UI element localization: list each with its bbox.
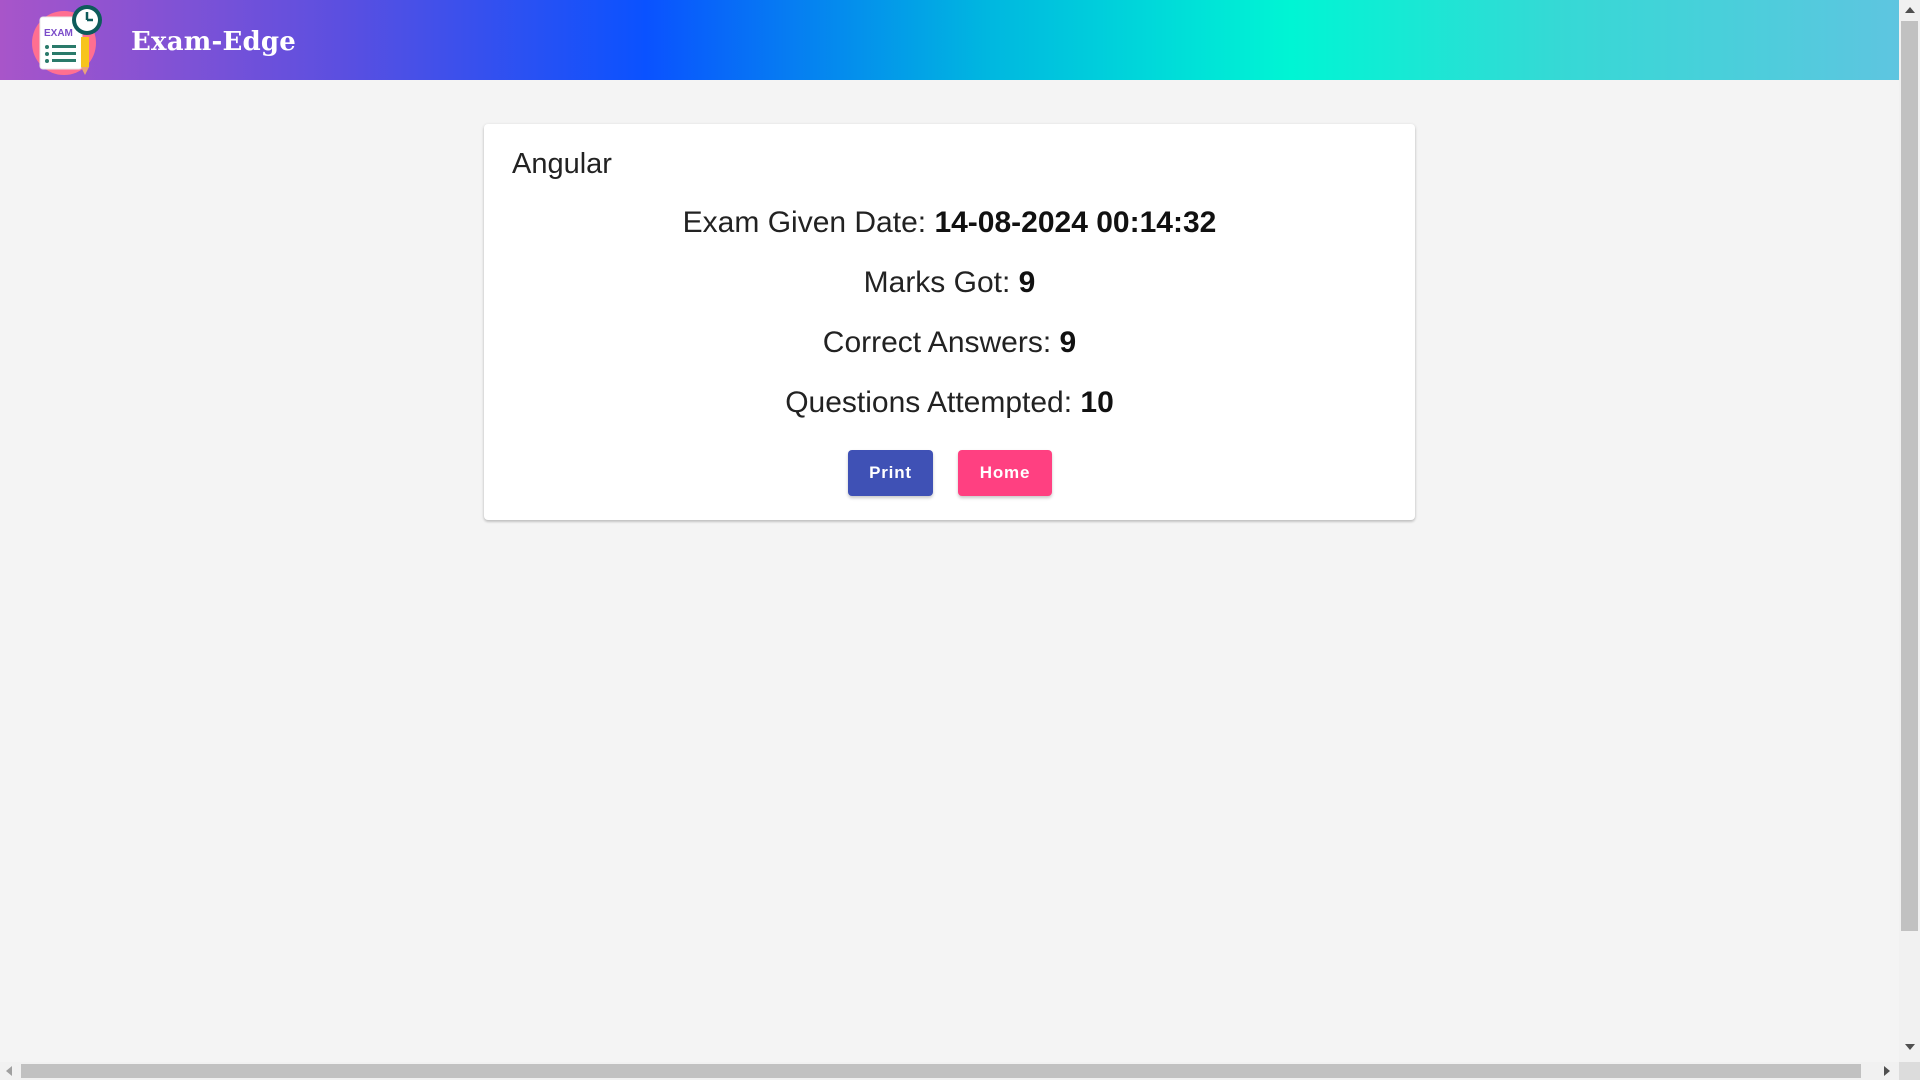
scroll-up-arrow-icon[interactable]	[1905, 7, 1915, 13]
vertical-scrollbar[interactable]	[1899, 0, 1920, 1062]
page: EXAM Exam-Edge Angular Exam Given Date: …	[0, 0, 1920, 1080]
exam-date-value: 14-08-2024 00:14:32	[934, 206, 1217, 239]
scroll-right-arrow-icon[interactable]	[1884, 1066, 1890, 1076]
correct-answers-row: Correct Answers: 9	[484, 326, 1415, 360]
scrollbar-corner	[1899, 1062, 1920, 1080]
scroll-down-arrow-icon[interactable]	[1905, 1044, 1915, 1050]
questions-attempted-label: Questions Attempted:	[785, 386, 1081, 419]
exam-title: Angular	[512, 148, 612, 180]
questions-attempted-value: 10	[1080, 386, 1114, 419]
print-button[interactable]: Print	[848, 450, 933, 496]
exam-clipboard-clock-icon[interactable]: EXAM	[30, 3, 108, 77]
horizontal-scroll-thumb[interactable]	[21, 1064, 1861, 1078]
logo-text: EXAM	[44, 28, 73, 39]
marks-row: Marks Got: 9	[484, 266, 1415, 300]
correct-answers-value: 9	[1059, 326, 1077, 359]
app-header: EXAM Exam-Edge	[0, 0, 1899, 80]
vertical-scroll-thumb[interactable]	[1901, 21, 1918, 931]
home-button[interactable]: Home	[958, 450, 1052, 496]
questions-attempted-row: Questions Attempted: 10	[484, 386, 1415, 420]
exam-date-row: Exam Given Date: 14-08-2024 00:14:32	[484, 206, 1415, 240]
marks-value: 9	[1018, 266, 1036, 299]
exam-date-label: Exam Given Date:	[682, 206, 935, 239]
scroll-left-arrow-icon[interactable]	[6, 1066, 12, 1076]
correct-answers-label: Correct Answers:	[822, 326, 1060, 359]
horizontal-scrollbar[interactable]	[0, 1062, 1899, 1080]
marks-label: Marks Got:	[863, 266, 1019, 299]
result-card: Angular Exam Given Date: 14-08-2024 00:1…	[484, 124, 1415, 520]
app-title[interactable]: Exam-Edge	[131, 27, 296, 57]
